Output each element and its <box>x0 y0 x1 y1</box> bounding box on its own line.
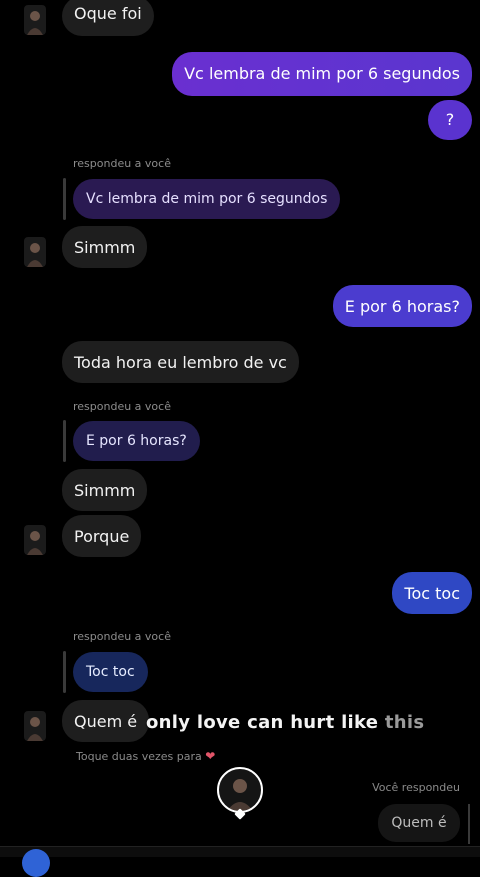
message-text: Oque foi <box>74 4 142 23</box>
message-outgoing[interactable]: ? <box>428 100 472 140</box>
message-text: Quem é <box>74 712 138 731</box>
message-incoming[interactable]: Quem é <box>62 700 150 742</box>
quoted-text: Vc lembra de mim por 6 segundos <box>86 191 328 207</box>
quoted-message[interactable]: E por 6 horas? <box>73 421 200 461</box>
message-incoming[interactable]: Toda hora eu lembro de vc <box>62 341 299 383</box>
message-incoming[interactable]: Porque <box>62 515 142 557</box>
reply-label: respondeu a você <box>73 400 171 413</box>
camera-icon[interactable] <box>22 849 50 877</box>
avatar[interactable] <box>24 5 46 35</box>
caption-main: only love can hurt like <box>146 712 385 733</box>
caption-fade: this <box>384 712 425 733</box>
message-text: Vc lembra de mim por 6 segundos <box>184 64 460 83</box>
message-text: ? <box>445 110 455 129</box>
message-text: Simmm <box>74 481 136 500</box>
message-text: Toda hora eu lembro de vc <box>74 353 287 372</box>
story-avatar[interactable] <box>217 767 263 813</box>
message-outgoing[interactable]: Toc toc <box>392 572 472 614</box>
quoted-text: Toc toc <box>86 664 135 680</box>
reply-label: respondeu a você <box>73 157 171 170</box>
avatar[interactable] <box>24 711 46 741</box>
message-composer[interactable] <box>0 846 480 857</box>
quote-bar <box>63 420 66 462</box>
quote-bar <box>468 804 470 844</box>
message-incoming[interactable]: Simmm <box>62 226 148 268</box>
message-text: Simmm <box>74 238 136 257</box>
quote-bar <box>63 651 66 693</box>
message-outgoing[interactable]: E por 6 horas? <box>332 285 472 327</box>
reply-label: respondeu a você <box>73 630 171 643</box>
hint-text: Toque duas vezes para <box>76 750 202 763</box>
message-text: Toc toc <box>404 584 460 603</box>
quote-bar <box>63 178 66 220</box>
double-tap-hint: Toque duas vezes para ❤ <box>76 749 215 763</box>
quoted-message[interactable]: Vc lembra de mim por 6 segundos <box>73 179 341 219</box>
message-incoming[interactable]: Oque foi <box>62 0 154 36</box>
reply-preview[interactable]: Quem é <box>378 804 460 842</box>
message-text: Porque <box>74 527 130 546</box>
message-text: E por 6 horas? <box>344 297 460 316</box>
message-incoming[interactable]: Simmm <box>62 469 148 511</box>
video-caption-overlay: only love can hurt like this <box>146 712 424 733</box>
avatar[interactable] <box>24 525 46 555</box>
message-outgoing[interactable]: Vc lembra de mim por 6 segundos <box>172 52 472 96</box>
avatar[interactable] <box>24 237 46 267</box>
quoted-message[interactable]: Toc toc <box>73 652 148 692</box>
heart-icon: ❤ <box>205 749 216 763</box>
quoted-text: E por 6 horas? <box>86 433 187 449</box>
you-replied-label: Você respondeu <box>372 781 460 794</box>
